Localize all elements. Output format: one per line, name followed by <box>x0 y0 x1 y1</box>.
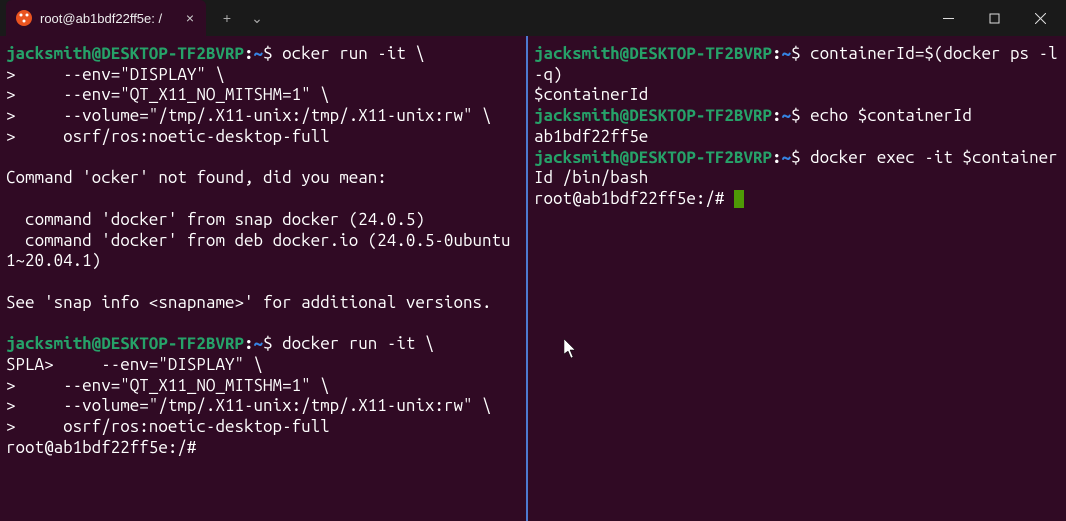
prompt-path: ~ <box>782 148 792 167</box>
maximize-button[interactable] <box>972 2 1016 34</box>
error-heading: Command 'ocker' not found, did you mean: <box>6 168 387 187</box>
command-continuation: > --volume="/tmp/.X11-unix:/tmp/.X11-uni… <box>6 396 492 415</box>
command-continuation: > --env="QT_X11_NO_MITSHM=1" \ <box>6 376 330 395</box>
output-text: ab1bdf22ff5e <box>534 127 648 146</box>
root-prompt: root@ab1bdf22ff5e:/# <box>6 438 196 457</box>
root-prompt: root@ab1bdf22ff5e:/# <box>534 189 734 208</box>
prompt-user: jacksmith@DESKTOP-TF2BVRP <box>6 44 244 63</box>
error-footer: See 'snap info <snapname>' for additiona… <box>6 293 492 312</box>
command-text: ocker run -it \ <box>282 44 425 63</box>
window-controls <box>926 2 1062 34</box>
close-window-button[interactable] <box>1018 2 1062 34</box>
prompt-path: ~ <box>782 44 792 63</box>
command-continuation: > --volume="/tmp/.X11-unix:/tmp/.X11-uni… <box>6 106 492 125</box>
cursor-icon <box>734 190 744 208</box>
command-continuation: > osrf/ros:noetic-desktop-full <box>6 127 330 146</box>
tab-dropdown-button[interactable]: ⌄ <box>242 0 272 36</box>
command-continuation: SPLA> --env="DISPLAY" \ <box>6 355 263 374</box>
prompt-user: jacksmith@DESKTOP-TF2BVRP <box>534 44 772 63</box>
prompt-user: jacksmith@DESKTOP-TF2BVRP <box>534 148 772 167</box>
command-continuation: > osrf/ros:noetic-desktop-full <box>6 417 330 436</box>
tab-active[interactable]: root@ab1bdf22ff5e: / × <box>6 0 206 36</box>
ubuntu-icon <box>16 10 32 26</box>
terminal-area: jacksmith@DESKTOP-TF2BVRP:~$ ocker run -… <box>0 36 1066 521</box>
titlebar: root@ab1bdf22ff5e: / × + ⌄ <box>0 0 1066 36</box>
prompt-user: jacksmith@DESKTOP-TF2BVRP <box>6 334 244 353</box>
prompt-path: ~ <box>254 334 264 353</box>
prompt-path: ~ <box>254 44 264 63</box>
command-text: docker run -it \ <box>282 334 434 353</box>
prompt-user: jacksmith@DESKTOP-TF2BVRP <box>534 106 772 125</box>
new-tab-button[interactable]: + <box>212 0 242 36</box>
output-text: $containerId <box>534 85 648 104</box>
tab-close-button[interactable]: × <box>186 10 194 26</box>
error-suggestion: command 'docker' from deb docker.io (24.… <box>6 231 511 271</box>
tab-title: root@ab1bdf22ff5e: / <box>40 11 178 26</box>
terminal-pane-left[interactable]: jacksmith@DESKTOP-TF2BVRP:~$ ocker run -… <box>0 36 528 521</box>
minimize-button[interactable] <box>926 2 970 34</box>
command-continuation: > --env="QT_X11_NO_MITSHM=1" \ <box>6 85 330 104</box>
command-text: echo $containerId <box>810 106 972 125</box>
command-continuation: > --env="DISPLAY" \ <box>6 65 225 84</box>
prompt-path: ~ <box>782 106 792 125</box>
terminal-pane-right[interactable]: jacksmith@DESKTOP-TF2BVRP:~$ containerId… <box>528 36 1066 521</box>
error-suggestion: command 'docker' from snap docker (24.0.… <box>6 210 425 229</box>
